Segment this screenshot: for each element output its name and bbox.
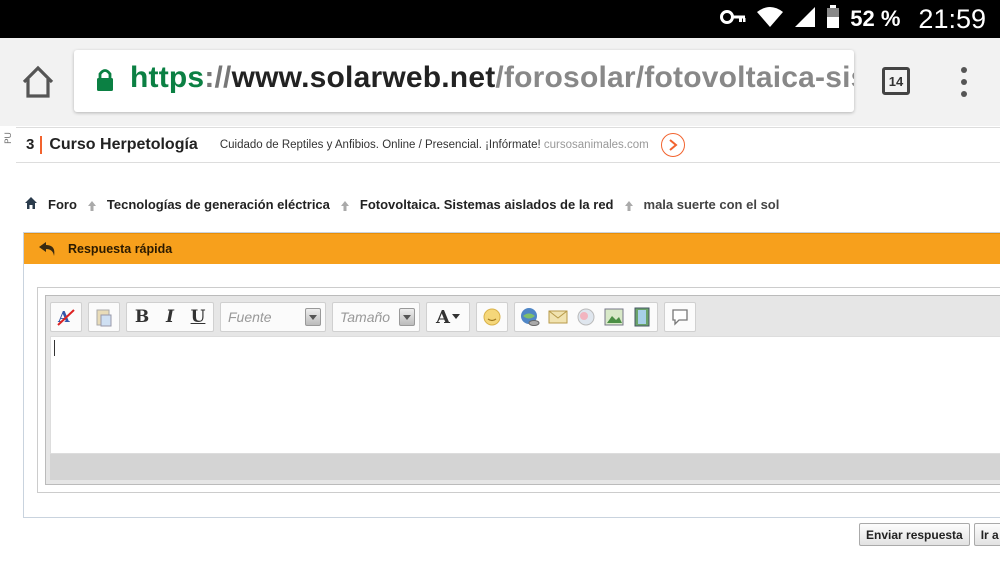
unlink-icon[interactable] <box>574 305 598 329</box>
text-color-icon[interactable]: A <box>430 305 466 329</box>
home-icon[interactable] <box>24 195 38 214</box>
breadcrumb-arrow-icon <box>624 198 634 212</box>
browser-toolbar: https://www.solarweb.net/forosolar/fotov… <box>0 38 1000 126</box>
video-icon[interactable] <box>630 305 654 329</box>
editor-container: A B I U Fuente Tamaño A <box>37 287 1000 493</box>
ad-banner[interactable]: 3 Curso Herpetología Cuidado de Reptiles… <box>16 127 1000 163</box>
lock-icon <box>96 68 114 96</box>
font-select[interactable]: Fuente <box>220 302 326 332</box>
editor-frame: A B I U Fuente Tamaño A <box>45 295 1000 485</box>
toolbar-group-style: B I U <box>126 302 214 332</box>
quick-reply-header[interactable]: Respuesta rápida <box>24 233 1000 264</box>
ad-description-text: Cuidado de Reptiles y Anfibios. Online /… <box>219 139 541 151</box>
link-icon[interactable] <box>518 305 542 329</box>
breadcrumb-tecnologias[interactable]: Tecnologías de generación eléctrica <box>107 197 330 212</box>
breadcrumb-arrow-icon <box>340 198 350 212</box>
overflow-menu-icon[interactable] <box>952 66 976 98</box>
address-bar[interactable]: https://www.solarweb.net/forosolar/fotov… <box>74 50 854 112</box>
url-separator: :// <box>204 61 232 94</box>
text-caret <box>54 340 55 356</box>
image-icon[interactable] <box>602 305 626 329</box>
go-advanced-button[interactable]: Ir a <box>973 523 1000 546</box>
size-select[interactable]: Tamaño <box>332 302 420 332</box>
form-buttons: Enviar respuesta Ir a <box>859 523 1000 546</box>
url-host: www.solarweb.net <box>231 61 496 94</box>
email-icon[interactable] <box>546 305 570 329</box>
size-select-label: Tamaño <box>340 309 391 325</box>
battery-icon <box>826 5 840 33</box>
url-text: https://www.solarweb.net/forosolar/fotov… <box>130 61 854 95</box>
quick-reply-title: Respuesta rápida <box>68 242 173 256</box>
tab-count: 14 <box>888 73 904 89</box>
wifi-icon <box>756 6 784 32</box>
tab-switcher-button[interactable]: 14 <box>882 67 910 95</box>
underline-icon[interactable]: U <box>186 305 210 329</box>
toolbar-group-insert <box>514 302 658 332</box>
breadcrumb-fotovoltaica[interactable]: Fotovoltaica. Sistemas aislados de la re… <box>360 197 614 212</box>
url-scheme: https <box>130 61 205 94</box>
quote-icon[interactable] <box>668 305 692 329</box>
chevron-down-icon <box>399 308 415 326</box>
editor-toolbar: A B I U Fuente Tamaño A <box>50 300 696 334</box>
ad-domain: cursosanimales.com <box>543 139 649 151</box>
breadcrumb-foro[interactable]: Foro <box>48 197 77 212</box>
font-select-label: Fuente <box>228 309 272 325</box>
message-textarea[interactable] <box>50 336 1000 454</box>
toolbar-group-color: A <box>426 302 470 332</box>
quick-reply-panel: Respuesta rápida A B I U Fuente Tamaño A <box>23 232 1000 518</box>
smiley-icon[interactable] <box>480 305 504 329</box>
signal-icon <box>794 6 816 32</box>
toolbar-group-quote <box>664 302 696 332</box>
toolbar-group-smiley <box>476 302 508 332</box>
breadcrumb-arrow-icon <box>87 198 97 212</box>
breadcrumb: Foro Tecnologías de generación eléctrica… <box>24 195 779 214</box>
ad-side-label: PU <box>4 131 14 144</box>
url-path: /forosolar/fotovoltaica-siste <box>495 61 854 94</box>
vpn-key-icon <box>720 9 746 29</box>
breadcrumb-current: mala suerte con el sol <box>643 197 780 212</box>
editor-resize-bar[interactable] <box>50 454 1000 480</box>
send-reply-button[interactable]: Enviar respuesta <box>859 523 970 546</box>
ad-title[interactable]: Curso Herpetología <box>49 136 197 154</box>
home-icon[interactable] <box>18 62 58 102</box>
toolbar-group-paste <box>88 302 120 332</box>
italic-icon[interactable]: I <box>158 305 182 329</box>
toolbar-group-format: A <box>50 302 82 332</box>
paste-icon[interactable] <box>92 305 116 329</box>
clock: 21:59 <box>918 3 986 34</box>
bold-icon[interactable]: B <box>130 305 154 329</box>
ad-arrow-icon[interactable] <box>660 133 685 157</box>
ad-description: Cuidado de Reptiles y Anfibios. Online /… <box>220 139 649 151</box>
battery-percent: 52 % <box>850 6 901 31</box>
status-bar: 52 % 21:59 <box>0 0 1000 38</box>
page-content: PU 3 Curso Herpetología Cuidado de Repti… <box>0 126 1000 563</box>
ad-number: 3 <box>26 136 43 154</box>
reply-arrow-icon <box>38 241 58 261</box>
chevron-down-icon <box>305 308 321 326</box>
remove-format-icon[interactable]: A <box>54 305 78 329</box>
